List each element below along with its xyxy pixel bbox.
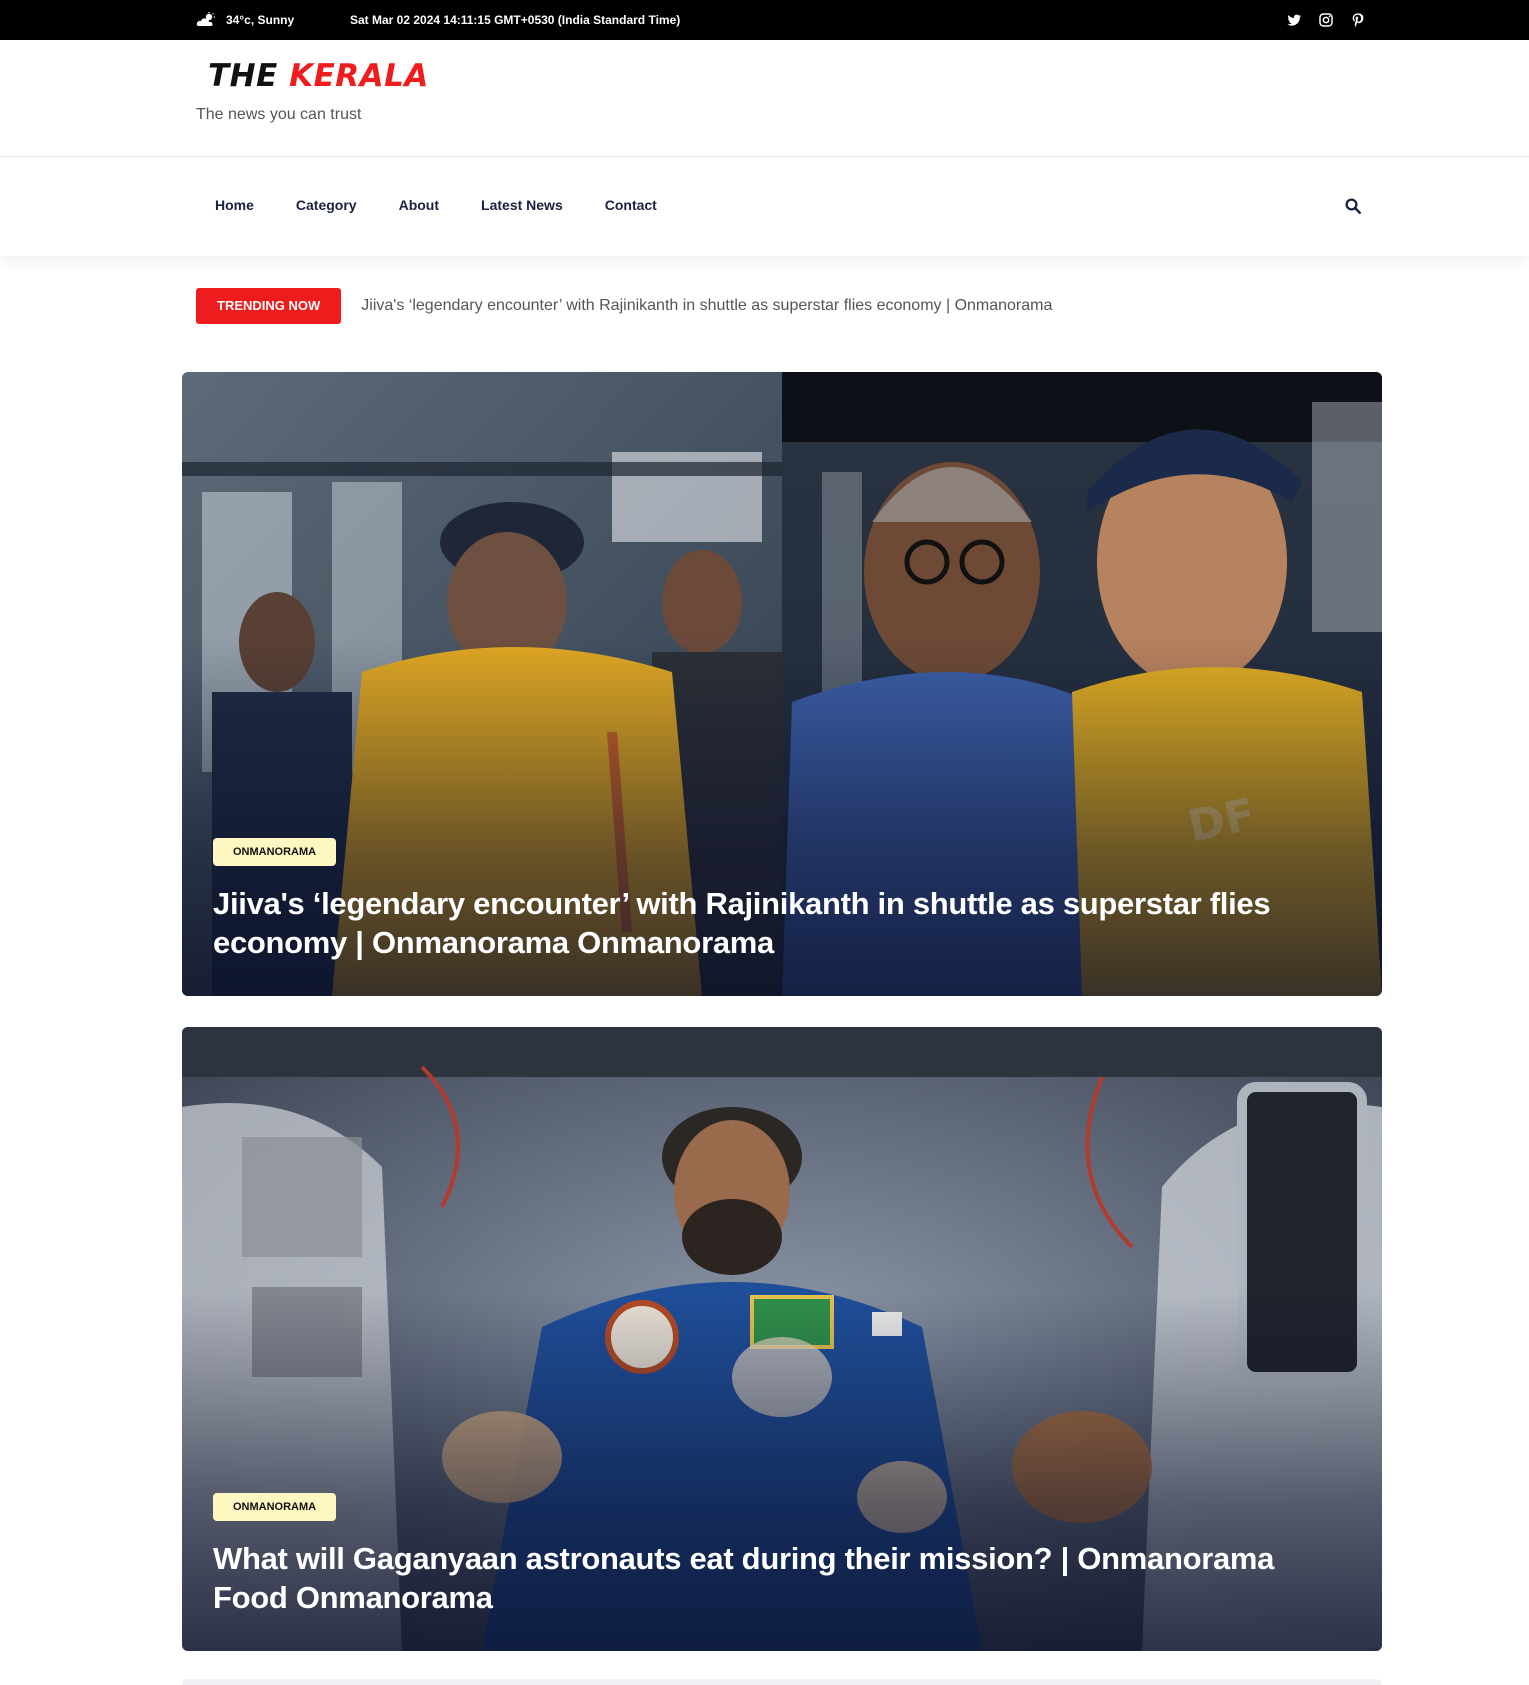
featured-article[interactable]: DF ONMANORAMA Jiiva's ‘legendary encount…	[182, 372, 1382, 996]
featured-article[interactable]: ONMANORAMA What will Gaganyaan astronaut…	[182, 1027, 1382, 1651]
nav-item-latest-news[interactable]: Latest News	[481, 197, 563, 213]
social-links	[1286, 10, 1366, 30]
next-article-edge	[182, 1679, 1382, 1685]
nav-item-contact[interactable]: Contact	[605, 197, 657, 213]
main-navigation: Home Category About Latest News Contact	[0, 157, 1529, 256]
category-tag[interactable]: ONMANORAMA	[213, 838, 337, 866]
site-tagline: The news you can trust	[196, 106, 362, 123]
site-header: THE KERALA The news you can trust	[0, 40, 1529, 157]
cloud-sun-icon	[196, 12, 218, 28]
nav-item-category[interactable]: Category	[296, 197, 357, 213]
trending-headline[interactable]: Jiiva's ‘legendary encounter’ with Rajin…	[361, 297, 1052, 315]
article-title[interactable]: What will Gaganyaan astronauts eat durin…	[213, 1539, 1352, 1617]
logo-text-the: THE	[208, 58, 278, 94]
logo-text-kerala: KERALA	[289, 58, 429, 94]
nav-menu: Home Category About Latest News Contact	[215, 197, 699, 213]
twitter-icon[interactable]	[1286, 12, 1302, 28]
weather-text: 34°c, Sunny	[226, 13, 295, 27]
instagram-icon[interactable]	[1318, 12, 1334, 28]
nav-item-home[interactable]: Home	[215, 197, 254, 213]
category-tag[interactable]: ONMANORAMA	[213, 1493, 337, 1521]
site-logo[interactable]: THE KERALA	[208, 54, 429, 98]
pinterest-icon[interactable]	[1350, 12, 1366, 28]
search-icon[interactable]	[1344, 197, 1362, 215]
article-title[interactable]: Jiiva's ‘legendary encounter’ with Rajin…	[213, 884, 1352, 962]
top-bar: 34°c, Sunny Sat Mar 02 2024 14:11:15 GMT…	[0, 0, 1529, 40]
trending-bar: TRENDING NOW Jiiva's ‘legendary encounte…	[196, 288, 1052, 324]
current-datetime: Sat Mar 02 2024 14:11:15 GMT+0530 (India…	[350, 13, 681, 27]
trending-badge: TRENDING NOW	[196, 288, 342, 324]
nav-item-about[interactable]: About	[399, 197, 439, 213]
weather-widget: 34°c, Sunny	[196, 11, 294, 29]
